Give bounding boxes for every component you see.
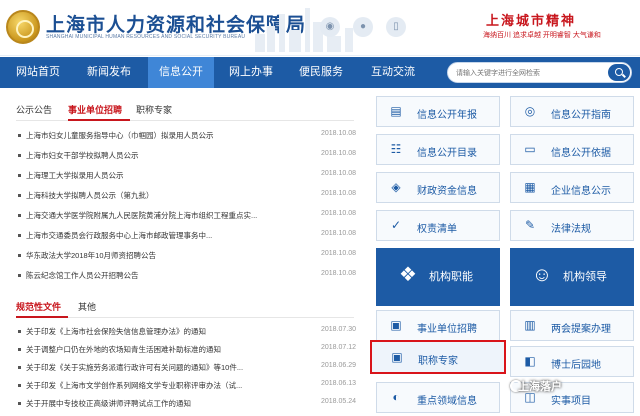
skyline-illustration [255,8,365,52]
list-item-title[interactable]: 关于开展中专技校正高级讲师评聘试点工作的通知 [26,398,288,409]
proposal-icon: ▥ [524,318,536,332]
list-item-title[interactable]: 陈云纪念馆工作人员公开招聘公告 [26,270,288,281]
wechat-icon[interactable]: ● [353,17,373,37]
active-tab-underline [16,316,68,318]
list-item-title[interactable]: 上海科技大学拟聘人员公示（第九批） [26,190,288,201]
list-item[interactable]: 上海市妇女干部学校拟聘人员公示 2018.10.08 [16,148,356,164]
finance-icon: ◈ [391,180,401,194]
list-item[interactable]: 关于调整户口仍在外地的农场知青生活困难补助标准的通知 2018.07.12 [16,342,356,358]
list-item-date: 2018.05.24 [320,398,356,405]
tab-other[interactable]: 其他 [78,300,96,313]
list-item[interactable]: 上海市妇女儿童服务指导中心（巾帼园）拟录用人员公示 2018.10.08 [16,128,356,144]
card-catalog[interactable]: ☷ 信息公开目录 [376,134,500,165]
list-item-title[interactable]: 关于调整户口仍在外地的农场知青生活困难补助标准的通知 [26,344,288,355]
list-item[interactable]: 上海科技大学拟聘人员公示（第九批） 2018.10.08 [16,188,356,204]
watermark-text: 上海落户 [518,381,562,393]
site-header: 上海市人力资源和社会保障局 SHANGHAI MUNICIPAL HUMAN R… [0,0,640,56]
nav-convenience[interactable]: 便民服务 [288,57,354,88]
enterprise-icon: ▦ [524,180,536,194]
list-item-date: 2018.06.29 [320,362,356,369]
list-item-date: 2018.10.08 [320,130,356,137]
compass-icon: ◎ [524,104,536,118]
postdoc-icon: ◧ [524,354,536,368]
city-spirit-words: 海纳百川 追求卓越 开明睿智 大气谦和 [483,32,601,39]
expert-icon: ▣ [391,350,403,364]
list-item[interactable]: 关于印发《关于实施劳务派遣行政许可有关问题的通知》等10件... 2018.06.… [16,360,356,376]
list-item-date: 2018.10.08 [320,230,356,237]
list-item-date: 2018.07.30 [320,326,356,333]
card-enterprise[interactable]: ▦ 企业信息公示 [510,172,634,203]
site-subtitle: SHANGHAI MUNICIPAL HUMAN RESOURCES AND S… [46,34,246,40]
focus-icon: ◐ [392,390,400,404]
list-item[interactable]: 上海市交通委员会行政服务中心上海市邮政管理事务中... 2018.10.08 [16,228,356,244]
city-spirit-title: 上海城市精神 [486,14,577,29]
list-item-title[interactable]: 关于印发《上海市社会保险失信信息管理办法》的通知 [26,326,288,337]
list-item-title[interactable]: 上海市妇女儿童服务指导中心（巾帼园）拟录用人员公示 [26,130,288,141]
list-item[interactable]: 陈云纪念馆工作人员公开招聘公告 2018.10.08 [16,268,356,284]
bureau-logo-icon[interactable] [6,10,40,44]
nav-news[interactable]: 新闻发布 [76,57,142,88]
leaders-icon: ☺ [531,264,553,286]
list-item-date: 2018.07.12 [320,344,356,351]
tab-title-experts[interactable]: 职称专家 [136,103,172,116]
list-item-title[interactable]: 关于印发《上海市文学创作系列网络文学专业职称评审办法（试... [26,380,288,391]
nav-online-services[interactable]: 网上办事 [218,57,284,88]
org-icon: ❖ [399,264,417,286]
card-recruitment[interactable]: ▣ 事业单位招聘 [376,310,500,341]
nav-info-disclosure[interactable]: 信息公开 [148,57,214,88]
catalog-icon: ☷ [390,142,402,156]
card-proposals[interactable]: ▥ 两会提案办理 [510,310,634,341]
card-finance[interactable]: ◈ 财政资金信息 [376,172,500,203]
tab-normative-documents[interactable]: 规范性文件 [16,300,61,313]
list-item[interactable]: 上海交通大学医学院附属九人民医院黄浦分院上海市组织工程重点实... 2018.10… [16,208,356,224]
recruit-icon: ▣ [390,318,402,332]
mobile-icon[interactable]: ▯ [386,17,406,37]
list-item-date: 2018.10.08 [320,170,356,177]
search-box [447,62,632,83]
search-button[interactable] [608,64,630,81]
report-icon: ▤ [390,104,402,118]
list-item-date: 2018.10.08 [320,150,356,157]
list-item[interactable]: 关于印发《上海市文学创作系列网络文学专业职称评审办法（试... 2018.06.1… [16,378,356,394]
list-item[interactable]: 关于开展中专技校正高级讲师评聘试点工作的通知 2018.05.24 [16,396,356,412]
list-item-date: 2018.06.13 [320,380,356,387]
card-org-leaders[interactable]: ☺ 机构领导 [510,248,634,306]
list-item-date: 2018.10.08 [320,270,356,277]
card-title-experts[interactable]: ▣ 职称专家 [370,340,506,374]
tab-announcements[interactable]: 公示公告 [16,103,52,116]
card-guide[interactable]: ◎ 信息公开指南 [510,96,634,127]
card-postdoc[interactable]: ◧ 博士后园地 [510,346,634,377]
list-item-date: 2018.10.08 [320,210,356,217]
list-item-title[interactable]: 华东政法大学2018年10月师资招聘公告 [26,250,288,261]
active-tab-underline [68,119,130,121]
card-key-areas[interactable]: ◐ 重点领域信息 [376,382,500,413]
nav-interaction[interactable]: 互动交流 [360,57,426,88]
left-column: 公示公告 事业单位招聘 职称专家 上海市妇女儿童服务指导中心（巾帼园）拟录用人员… [0,88,365,416]
list-item-title[interactable]: 上海市交通委员会行政服务中心上海市邮政管理事务中... [26,230,288,241]
weibo-icon[interactable]: ◉ [320,17,340,37]
card-laws[interactable]: ✎ 法律法规 [510,210,634,241]
card-org-functions[interactable]: ❖ 机构职能 [376,248,500,306]
tab-recruitment[interactable]: 事业单位招聘 [68,103,122,116]
list-item-title[interactable]: 上海交通大学医学院附属九人民医院黄浦分院上海市组织工程重点实... [26,210,288,221]
tab-divider [16,120,354,121]
card-annual-report[interactable]: ▤ 信息公开年报 [376,96,500,127]
law-icon: ✎ [524,218,536,232]
list-item-title[interactable]: 上海市妇女干部学校拟聘人员公示 [26,150,288,161]
list-item[interactable]: 关于印发《上海市社会保险失信信息管理办法》的通知 2018.07.30 [16,324,356,340]
card-responsibility-list[interactable]: ✓ 权责清单 [376,210,500,241]
list-item-title[interactable]: 关于印发《关于实施劳务派遣行政许可有关问题的通知》等10件... [26,362,288,373]
quick-links-panel: ▤ 信息公开年报 ◎ 信息公开指南 ☷ 信息公开目录 ▭ 信息公开依据 ◈ 财政资金信息 … [370,96,640,416]
nav-home[interactable]: 网站首页 [8,57,68,88]
document-icon: ▭ [524,142,536,156]
search-input[interactable] [456,66,606,80]
card-basis[interactable]: ▭ 信息公开依据 [510,134,634,165]
list-item-date: 2018.10.08 [320,190,356,197]
list-item[interactable]: 上海理工大学拟录用人员公示 2018.10.08 [16,168,356,184]
list-item-date: 2018.10.08 [320,250,356,257]
list-item-title[interactable]: 上海理工大学拟录用人员公示 [26,170,288,181]
list-item[interactable]: 华东政法大学2018年10月师资招聘公告 2018.10.08 [16,248,356,264]
checklist-icon: ✓ [390,218,402,232]
